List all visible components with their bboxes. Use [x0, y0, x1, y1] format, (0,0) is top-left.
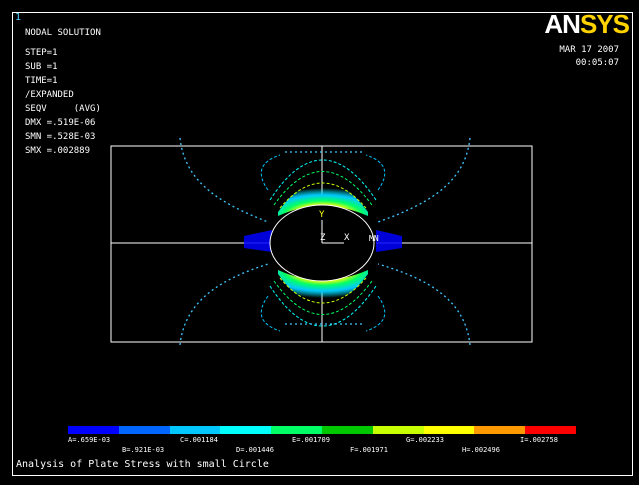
legend-label-b: B=.921E-03	[122, 446, 165, 454]
legend-label-i: I=.002758	[520, 436, 558, 444]
legend-seg-5	[271, 426, 322, 434]
legend-label-g: G=.002233	[406, 436, 444, 444]
plot-title: Analysis of Plate Stress with small Circ…	[16, 459, 269, 470]
legend-seg-8	[423, 426, 475, 434]
legend-seg-2	[118, 426, 170, 434]
triad-x-label: X	[344, 233, 350, 243]
legend-seg-10	[525, 426, 576, 434]
legend-seg-4	[220, 426, 272, 434]
min-marker: MN	[369, 234, 379, 243]
legend-color-bar	[68, 426, 576, 434]
triad-z-label: Z	[320, 233, 326, 243]
legend-label-f: F=.001971	[350, 446, 388, 454]
triad-y-label: Y	[319, 210, 325, 220]
legend-label-e: E=.001709	[292, 436, 330, 444]
contour-plot[interactable]: Y Z X MN	[0, 0, 639, 485]
legend-seg-7	[372, 426, 424, 434]
legend-label-d: D=.001446	[236, 446, 274, 454]
legend-seg-9	[474, 426, 526, 434]
legend-label-h: H=.002496	[462, 446, 500, 454]
legend-seg-3	[169, 426, 221, 434]
legend-label-a: A=.659E-03	[68, 436, 111, 444]
legend-label-c: C=.001184	[180, 436, 218, 444]
legend-seg-6	[321, 426, 373, 434]
graphics-window[interactable]: 1 ANSYS NODAL SOLUTION STEP=1 SUB =1 TIM…	[0, 0, 639, 485]
legend-seg-1	[68, 426, 119, 434]
